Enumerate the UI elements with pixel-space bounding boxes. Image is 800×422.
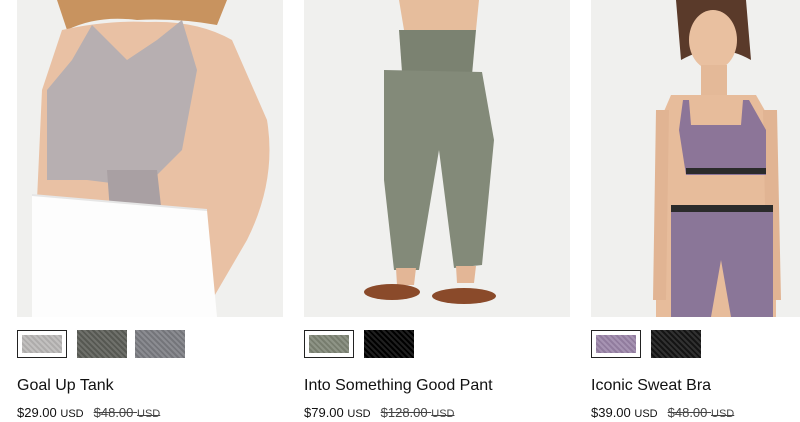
product-price: $79.00 USD $128.00 USD [304,405,454,420]
product-image[interactable] [591,0,800,317]
product-name[interactable]: Iconic Sweat Bra [591,376,711,396]
color-swatch[interactable] [135,330,185,358]
color-swatch[interactable] [591,330,641,358]
color-swatch[interactable] [304,330,354,358]
product-card[interactable]: Into Something Good Pant $79.00 USD $128.… [304,0,570,422]
product-card[interactable]: Goal Up Tank $29.00 USD $48.00 USD [17,0,283,422]
color-swatch[interactable] [651,330,701,358]
product-grid: Goal Up Tank $29.00 USD $48.00 USD Into … [0,0,800,422]
color-swatch[interactable] [77,330,127,358]
product-name[interactable]: Goal Up Tank [17,376,114,396]
color-swatch[interactable] [364,330,414,358]
sale-price: $79.00 USD [304,405,371,420]
original-price: $48.00 USD [667,405,735,420]
original-price: $128.00 USD [380,405,455,420]
product-name[interactable]: Into Something Good Pant [304,376,493,396]
sale-price: $39.00 USD [591,405,658,420]
color-swatch[interactable] [17,330,67,358]
sports-bra-photo [591,0,800,317]
original-price: $48.00 USD [93,405,161,420]
product-price: $39.00 USD $48.00 USD [591,405,734,420]
sale-price: $29.00 USD [17,405,84,420]
product-price: $29.00 USD $48.00 USD [17,405,160,420]
pants-photo [304,0,570,317]
product-image[interactable] [17,0,283,317]
tank-top-photo [17,0,283,317]
product-card[interactable]: Iconic Sweat Bra $39.00 USD $48.00 USD [591,0,800,422]
product-image[interactable] [304,0,570,317]
